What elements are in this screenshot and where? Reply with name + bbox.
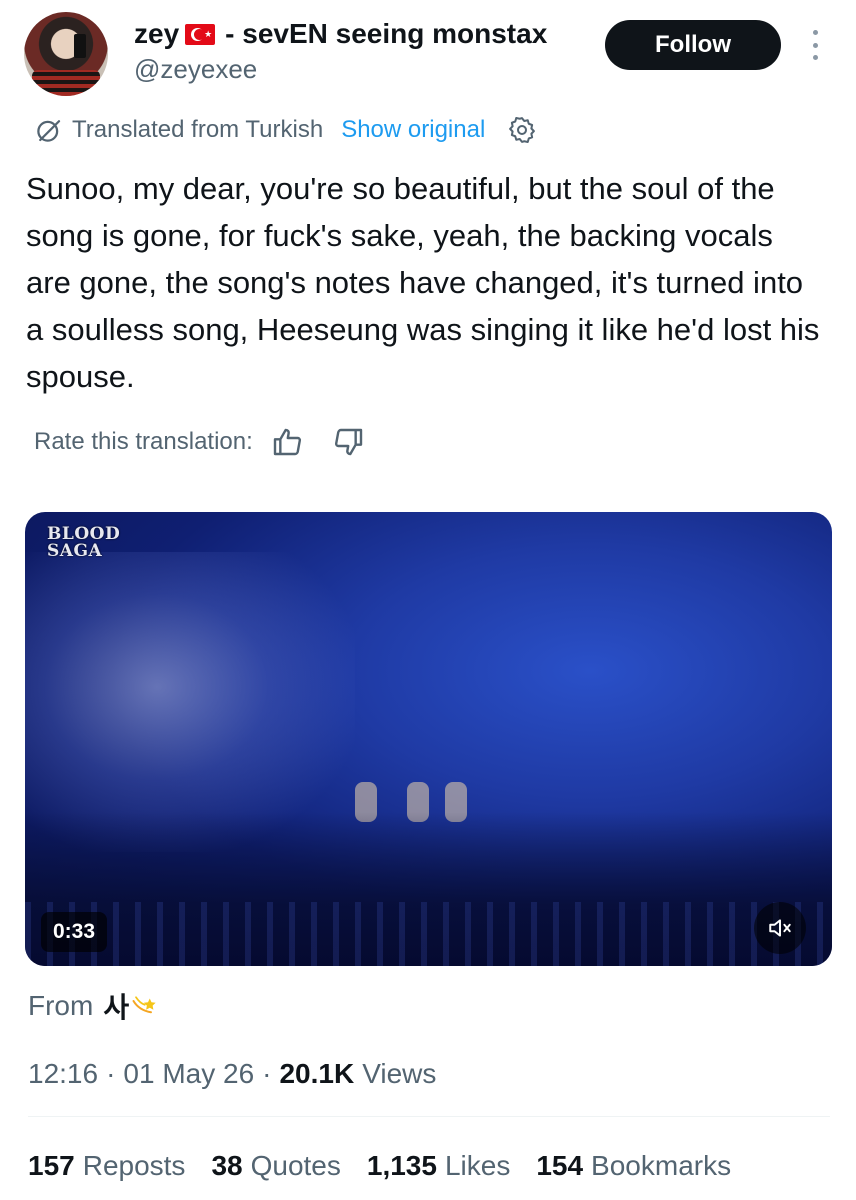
translate-icon (37, 120, 61, 142)
bookmarks-stat[interactable]: 154 Bookmarks (536, 1150, 731, 1182)
views-label: Views (362, 1058, 437, 1089)
reposts-label: Reposts (82, 1150, 186, 1181)
meta-separator: · (106, 1058, 116, 1089)
from-label: From (28, 990, 94, 1021)
mute-button[interactable] (754, 902, 806, 954)
views-count: 20.1K (279, 1058, 355, 1089)
follow-button[interactable]: Follow (605, 20, 781, 70)
quotes-count: 38 (211, 1150, 243, 1181)
rate-translation-label: Rate this translation: (34, 428, 253, 455)
avatar[interactable] (24, 12, 108, 96)
reposts-count: 157 (28, 1150, 75, 1181)
show-original-link[interactable]: Show original (341, 116, 485, 144)
meta-separator: · (262, 1058, 272, 1089)
muted-speaker-icon (769, 919, 791, 937)
tweet-text: Sunoo, my dear, you're so beautiful, but… (26, 171, 820, 394)
quotes-stat[interactable]: 38 Quotes (211, 1150, 340, 1182)
thumbs-up-icon[interactable] (271, 426, 303, 458)
video-duration-badge: 0:33 (41, 912, 108, 952)
turkey-flag-icon: ★ (185, 23, 216, 45)
video-player[interactable]: BLOOD SAGA 0:33 (25, 512, 832, 966)
avatar-phone-detail (74, 34, 86, 58)
tweet-time[interactable]: 12:16 (28, 1058, 98, 1090)
likes-stat[interactable]: 1,135 Likes (367, 1150, 510, 1182)
author-name-row[interactable]: zey ★ - sevEN seeing monstax (134, 16, 547, 52)
translated-from-label: Translated from Turkish (72, 116, 324, 143)
gear-icon[interactable] (507, 115, 537, 145)
video-watermark-logo: BLOOD SAGA (47, 526, 120, 560)
translation-bar: Translated from Turkish Show original (34, 112, 537, 148)
likes-label: Likes (444, 1150, 511, 1181)
author-display-name-suffix[interactable]: - sevEN seeing monstax (225, 18, 547, 50)
bookmarks-count: 154 (536, 1150, 584, 1181)
author-display-name[interactable]: zey (134, 18, 179, 50)
reposts-stat[interactable]: 157 Reposts (28, 1150, 185, 1182)
divider (28, 1116, 830, 1117)
video-frame-performer (25, 552, 355, 852)
video-frame-crowd (25, 902, 832, 966)
dizzy-star-icon (132, 996, 156, 1014)
quotes-label: Quotes (250, 1150, 341, 1181)
more-options-icon[interactable] (806, 30, 824, 60)
tweet-meta: 12:16 · 01 May 26 · 20.1K Views (28, 1054, 436, 1094)
avatar-shirt-detail (32, 70, 100, 96)
video-source-row: From 사 (28, 986, 161, 1026)
source-account-name[interactable]: 사 (103, 986, 129, 1026)
likes-count: 1,135 (366, 1150, 437, 1181)
rate-translation-row: Rate this translation: (34, 420, 365, 464)
author-handle[interactable]: @zeyexee (134, 54, 257, 85)
video-logo-line2: SAGA (47, 541, 103, 561)
tweet-header: zey ★ - sevEN seeing monstax @zeyexee Fo… (0, 0, 856, 110)
engagement-stats: 157 Reposts 38 Quotes 1,135 Likes 154 Bookma… (28, 1146, 757, 1186)
thumbs-down-icon[interactable] (333, 426, 365, 458)
bookmarks-label: Bookmarks (591, 1150, 732, 1181)
tweet-date[interactable]: 01 May 26 (123, 1058, 254, 1090)
